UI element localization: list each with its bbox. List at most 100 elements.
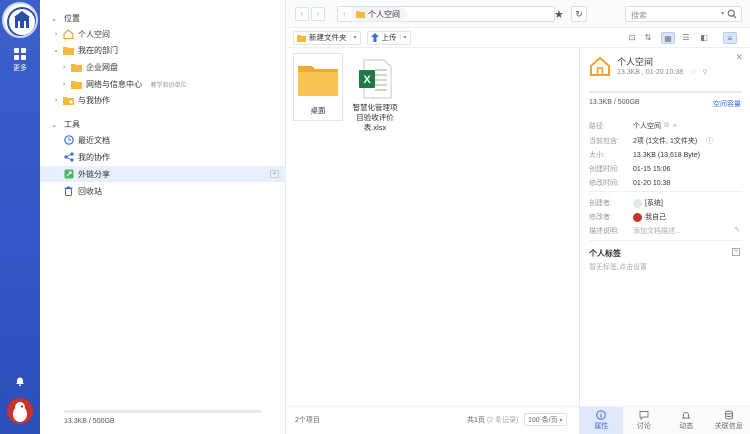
tab-properties[interactable]: 属性	[580, 407, 623, 434]
prop-value-text: 2项 (1文件, 1文件夹)	[633, 138, 698, 145]
prop-value-text: [系统]	[645, 200, 663, 207]
panel-subtitle: 13.3KB , 01-20 10:38 ☆ ⚲	[617, 68, 708, 76]
breadcrumb[interactable]: 个人空间	[352, 6, 408, 22]
sidebar-item-collaboration[interactable]: › 与我协作	[40, 92, 286, 108]
university-logo[interactable]	[2, 2, 38, 38]
prop-row-creator: 创建者: [系统]	[589, 198, 744, 208]
tab-related[interactable]: 关联信息	[708, 407, 750, 434]
prop-value-text: 我自己	[645, 214, 666, 221]
back-button[interactable]: ‹	[295, 7, 309, 21]
copy-icon[interactable]: ⧉	[664, 122, 669, 130]
up-arrow-icon[interactable]: ↑	[342, 10, 346, 19]
sidebar-item-label: 与我协作	[78, 95, 110, 105]
close-icon[interactable]: ✕	[735, 52, 743, 63]
view-toolbar: ⊡ ⇅ ▦ ☰ ◧ ≡	[579, 28, 750, 48]
prop-key: 修改者:	[589, 214, 612, 221]
preview-view-icon[interactable]: ◧	[697, 32, 711, 44]
grid-view-icon[interactable]: ▦	[661, 32, 675, 44]
address-bar[interactable]: ↑ 个人空间	[337, 6, 555, 22]
prop-key: 修改时间:	[589, 180, 619, 187]
prop-row-created: 创建时间: 01-15 15:06	[589, 164, 744, 174]
prop-key: 当前包含:	[589, 138, 619, 145]
list-view-icon[interactable]: ☰	[679, 32, 693, 44]
quota-link[interactable]: 空间容量	[713, 99, 741, 109]
per-page-value: 100 条/页	[528, 417, 558, 424]
search-scope-dropdown[interactable]: ▾	[721, 10, 724, 17]
action-toolbar: 新建文件夹 ▾ 上传 ▾	[287, 28, 579, 48]
forward-button[interactable]: ›	[311, 7, 325, 21]
search-icon[interactable]	[727, 9, 737, 19]
info-icon[interactable]: ⓘ	[706, 136, 713, 146]
info-icon	[596, 410, 607, 420]
new-folder-button[interactable]: 新建文件夹 ▾	[293, 30, 361, 45]
user-avatar[interactable]	[7, 398, 33, 424]
tags-hint[interactable]: 暂无标签,点击设置	[589, 262, 647, 272]
prop-value: 01-20 10:38	[633, 179, 671, 187]
folder-icon	[356, 11, 365, 18]
sidebar-item-enterprise-disk[interactable]: › 企业网盘	[40, 59, 286, 75]
star-outline-icon[interactable]: ☆	[690, 69, 696, 76]
prop-value: 2项 (1文件, 1文件夹) ⓘ	[633, 136, 713, 146]
chevron-down-icon[interactable]: ▾	[399, 34, 407, 41]
refresh-button[interactable]: ↻	[571, 6, 587, 22]
prop-key: 创建者:	[589, 200, 612, 207]
prop-value: 我自己	[633, 212, 666, 222]
sidebar-item-hint: · 教学和协单位	[147, 82, 187, 89]
panel-quota-progress	[589, 91, 742, 93]
tab-activity[interactable]: 动态	[665, 407, 708, 434]
item-menu-dropdown[interactable]: ▾	[270, 170, 279, 178]
prop-row-path: 路径: 个人空间 ⧉ ⚭	[589, 121, 744, 131]
file-item[interactable]: 桌面	[293, 53, 343, 121]
excel-file-icon: X	[359, 59, 392, 99]
link-share-icon	[63, 169, 74, 179]
sidebar-item-recycle-bin[interactable]: 回收站	[40, 183, 286, 199]
tab-label: 讨论	[636, 423, 651, 430]
description-input[interactable]: 添加文档描述...	[633, 226, 681, 236]
sidebar-item-label: 外链分享	[78, 169, 110, 179]
location-section[interactable]: ⌄ 位置	[50, 13, 80, 24]
panel-title: 个人空间	[617, 57, 654, 67]
app-rail: 更多	[0, 0, 40, 434]
chevron-down-icon[interactable]: ▾	[349, 34, 357, 41]
item-count: 2个项目	[295, 417, 320, 424]
per-page-select[interactable]: 100 条/页 ▾	[524, 413, 567, 426]
upload-button[interactable]: 上传 ▾	[366, 30, 411, 45]
sidebar: ⌄ 位置 › 个人空间 ⌄ 我在的部门 › 企业网盘 › 网络与信息中心 · 教…	[40, 0, 286, 434]
prop-row-contains: 当前包含: 2项 (1文件, 1文件夹) ⓘ	[589, 136, 744, 146]
tools-section[interactable]: ⌄ 工具	[50, 119, 80, 130]
search-placeholder: 搜索	[631, 11, 647, 20]
file-item[interactable]: X 智慧化管理项目验收评价表.xlsx	[349, 53, 401, 133]
sidebar-item-label: 企业网盘	[86, 62, 118, 72]
more-apps-button[interactable]: 更多	[0, 48, 40, 73]
tab-label: 关联信息	[714, 423, 743, 430]
sidebar-item-personal-space[interactable]: › 个人空间	[40, 26, 286, 42]
sidebar-item-recent-docs[interactable]: 最近文档	[40, 132, 286, 148]
storage-text: 13.3KB / 500GB	[64, 418, 115, 425]
star-icon[interactable]: ★	[554, 8, 564, 21]
bell-icon[interactable]	[14, 375, 26, 387]
tab-discussion[interactable]: 讨论	[623, 407, 666, 434]
sidebar-item-my-department[interactable]: ⌄ 我在的部门	[40, 42, 286, 58]
sidebar-item-my-collab[interactable]: 我的协作	[40, 149, 286, 165]
search-input[interactable]: 搜索 ▾	[625, 6, 742, 22]
more-apps-label: 更多	[13, 65, 27, 72]
top-toolbar: ‹ › ↑ 个人空间 ★ ↻ 搜索 ▾	[287, 0, 750, 28]
pagination: 共1页 (2 条记录)	[467, 415, 518, 425]
detail-panel-toggle-icon[interactable]: ≡	[723, 32, 737, 44]
link-icon[interactable]: ⚭	[672, 122, 678, 130]
edit-icon[interactable]: ✎	[734, 226, 740, 234]
select-all-icon[interactable]: ⊡	[625, 32, 639, 44]
chevron-right-icon: ›	[54, 96, 58, 104]
upload-icon	[370, 33, 379, 42]
pin-icon[interactable]: ⚲	[702, 69, 707, 76]
sort-icon[interactable]: ⇅	[641, 32, 655, 44]
sidebar-item-external-share[interactable]: 外链分享 ▾	[40, 166, 286, 182]
sidebar-item-network-center[interactable]: › 网络与信息中心 · 教学和协单位	[40, 76, 286, 92]
add-tag-icon[interactable]: +	[732, 248, 740, 256]
folder-icon	[71, 62, 82, 72]
location-section-title: 位置	[64, 14, 80, 23]
prop-key: 创建时间:	[589, 166, 619, 173]
panel-tabs: 属性 讨论 动态 关联信息	[579, 406, 750, 434]
sidebar-item-label: 我的协作	[78, 152, 110, 162]
sidebar-item-label: 个人空间	[78, 29, 110, 39]
